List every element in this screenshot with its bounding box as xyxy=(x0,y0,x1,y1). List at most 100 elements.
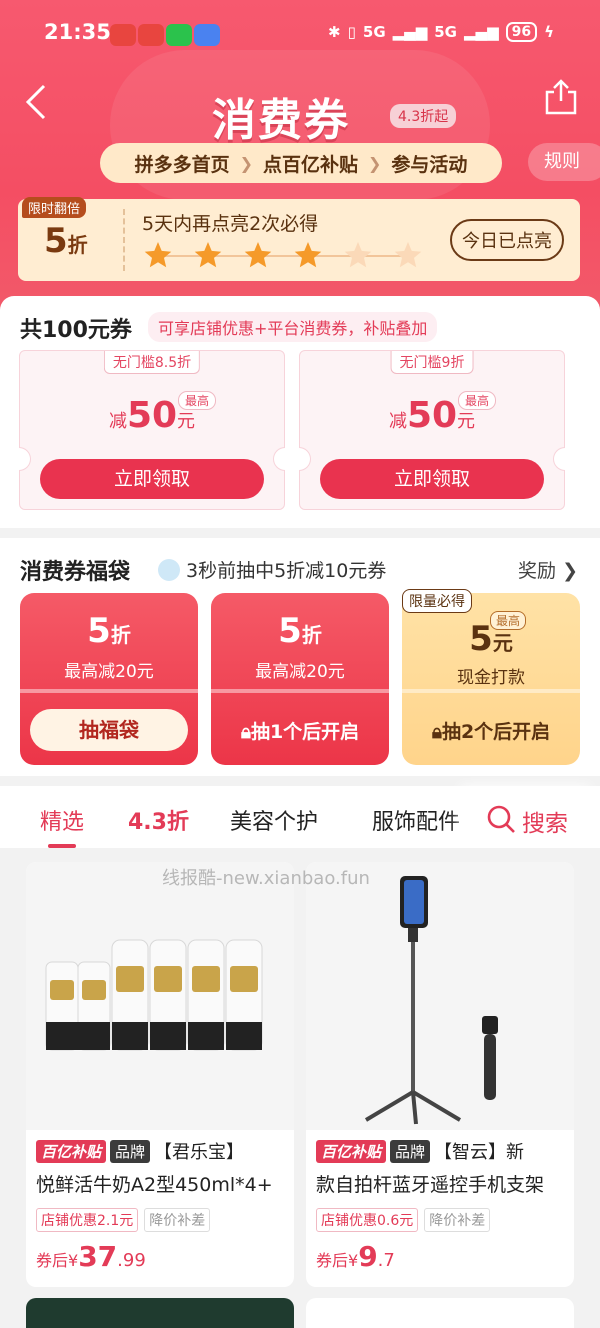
price-protect-chip: 降价补差 xyxy=(424,1208,491,1232)
today-lit-button[interactable]: 今日已点亮 xyxy=(450,219,564,261)
lucky-bag-3[interactable]: 限量必得 最高 5元 现金打款 🔒︎抽2个后开启 xyxy=(402,589,580,765)
product-image xyxy=(306,862,574,1130)
promo-chips: 店铺优惠0.6元 降价补差 xyxy=(316,1208,491,1232)
status-right: ✱ ▯ 5G ▂▄▆ 5G ▂▄▆ 96 ϟ xyxy=(328,22,554,42)
steps-bar: 拼多多首页 ❯ 点百亿补贴 ❯ 参与活动 xyxy=(100,143,502,183)
brand-name: 【君乐宝】 xyxy=(154,1142,245,1163)
search-button[interactable]: 搜索 xyxy=(470,786,600,848)
limited-tag: 限时翻倍 xyxy=(22,197,87,218)
bag-discount: 5折 xyxy=(278,611,322,651)
coupon-heading: 共100元券 xyxy=(20,318,132,343)
star-lit-icon xyxy=(194,242,222,268)
bag-discount: 5折 xyxy=(87,611,131,651)
promo-chips: 店铺优惠2.1元 降价补差 xyxy=(36,1208,211,1232)
bonus-message: 5天内再点亮2次必得 xyxy=(142,213,319,235)
claim-button[interactable]: 立即领取 xyxy=(40,459,264,499)
page-title: 消费券 xyxy=(212,95,350,146)
bag-sub: 最高减20元 xyxy=(255,662,345,682)
product-card[interactable]: 百亿补贴 品牌 【君乐宝】 悦鲜活牛奶A2型450ml*4+ 店铺优惠2.1元 … xyxy=(26,862,294,1287)
coupon-label: 无门槛9折 xyxy=(390,351,474,374)
product-price: 券后¥9.7 xyxy=(316,1240,395,1273)
signal-icon: ▂▄▆ xyxy=(464,23,499,41)
locked-label: 🔒︎抽1个后开启 xyxy=(240,721,360,743)
title-badge: 4.3折起 xyxy=(390,104,457,128)
notch xyxy=(299,447,311,471)
product-price: 券后¥37.99 xyxy=(36,1240,146,1273)
tab-discount[interactable]: 4.3折 xyxy=(128,804,189,836)
star-unlit-icon xyxy=(394,242,422,268)
status-time: 21:35 xyxy=(44,20,111,44)
product-card[interactable]: 百亿补贴 品牌 【智云】新 款自拍杆蓝牙遥控手机支架 店铺优惠0.6元 降价补差… xyxy=(306,862,574,1287)
chevron-right-icon: ❯ xyxy=(368,153,382,173)
signal-icon: ▂▄▆ xyxy=(392,23,428,41)
star-lit-icon xyxy=(244,242,272,268)
product-name: 悦鲜活牛奶A2型450ml*4+ xyxy=(36,1174,273,1196)
price-protect-chip: 降价补差 xyxy=(144,1208,211,1232)
divider xyxy=(20,689,198,693)
star-unlit-icon xyxy=(344,242,372,268)
tab-featured[interactable]: 精选 xyxy=(40,804,84,848)
locked-label: 🔒︎抽2个后开启 xyxy=(431,721,551,743)
battery-level: 96 xyxy=(505,22,538,42)
lock-icon: 🔒︎ xyxy=(240,721,251,743)
chevron-right-icon: ❯ xyxy=(239,153,253,173)
brand-tag: 品牌 xyxy=(390,1139,431,1163)
status-bar: 21:35 ✱ ▯ 5G ▂▄▆ 5G ▂▄▆ 96 ϟ xyxy=(0,0,600,70)
vibrate-icon: ▯ xyxy=(347,23,356,41)
tab-beauty[interactable]: 美容个护 xyxy=(230,804,318,836)
step-3: 参与活动 xyxy=(391,153,468,176)
shop-discount-chip: 店铺优惠2.1元 xyxy=(36,1208,139,1232)
bag-sub: 最高减20元 xyxy=(64,662,154,682)
subsidy-badge: 百亿补贴 xyxy=(316,1139,387,1163)
share-icon[interactable] xyxy=(544,78,578,116)
app-notification-icon xyxy=(138,24,164,46)
product-name: 款自拍杆蓝牙遥控手机支架 xyxy=(316,1174,545,1196)
wechat-icon xyxy=(166,24,192,46)
tab-apparel[interactable]: 服饰配件 xyxy=(372,804,460,836)
next-product-card[interactable] xyxy=(306,1298,574,1328)
bluetooth-icon: ✱ xyxy=(328,23,341,41)
lucky-bag-2[interactable]: 5折 最高减20元 🔒︎抽1个后开启 xyxy=(211,593,389,765)
search-icon xyxy=(487,805,515,833)
avatar xyxy=(158,559,180,581)
brand-tag: 品牌 xyxy=(110,1139,151,1163)
lucky-bag-1[interactable]: 5折 最高减20元 抽福袋 xyxy=(20,593,198,765)
coupon-amount: 减50元 xyxy=(108,395,196,436)
next-product-card[interactable] xyxy=(26,1298,294,1328)
bonus-discount: 5折 xyxy=(44,221,88,261)
coupon-amount: 减50元 xyxy=(388,395,476,436)
coupon-label: 无门槛8.5折 xyxy=(103,351,201,374)
app-notification-icon xyxy=(110,24,136,46)
divider xyxy=(211,689,389,693)
rules-button[interactable]: 规则 xyxy=(528,143,600,181)
shop-discount-chip: 店铺优惠0.6元 xyxy=(316,1208,419,1232)
live-feed: 3秒前抽中5折减10元券 xyxy=(158,556,386,583)
back-icon[interactable] xyxy=(22,82,48,128)
subsidy-badge: 百亿补贴 xyxy=(36,1139,107,1163)
product-image xyxy=(26,862,294,1130)
lucky-bag-heading: 消费券福袋 xyxy=(20,560,131,585)
coupon-max-tag: 最高 xyxy=(458,391,497,410)
star-lit-icon xyxy=(144,242,172,268)
divider xyxy=(123,209,125,271)
bag-cash: 5元 xyxy=(469,619,513,659)
bag-sub: 现金打款 xyxy=(457,668,525,688)
notch xyxy=(273,447,285,471)
draw-bag-button[interactable]: 抽福袋 xyxy=(30,709,188,751)
product-tags: 百亿补贴 品牌 【智云】新 xyxy=(316,1138,524,1164)
notch xyxy=(19,447,31,471)
coupon-item: 无门槛9折 减50元 最高 立即领取 xyxy=(299,350,565,510)
coupon-item: 无门槛8.5折 减50元 最高 立即领取 xyxy=(19,350,285,510)
charging-icon: ϟ xyxy=(544,23,554,41)
brand-name: 【智云】新 xyxy=(434,1142,525,1163)
network-label-2: 5G xyxy=(434,23,457,41)
watermark: 线报酷-new.xianbao.fun xyxy=(162,868,370,889)
category-tabs: 精选 4.3折 美容个护 服饰配件 搜索 xyxy=(0,786,600,848)
claim-button[interactable]: 立即领取 xyxy=(320,459,544,499)
coupon-max-tag: 最高 xyxy=(178,391,217,410)
coupon-note: 可享店铺优惠+平台消费券，补贴叠加 xyxy=(148,312,438,342)
step-1: 拼多多首页 xyxy=(134,153,230,176)
reward-link[interactable]: 奖励 ❯ xyxy=(518,556,578,583)
message-icon xyxy=(194,24,220,46)
notch xyxy=(553,447,565,471)
